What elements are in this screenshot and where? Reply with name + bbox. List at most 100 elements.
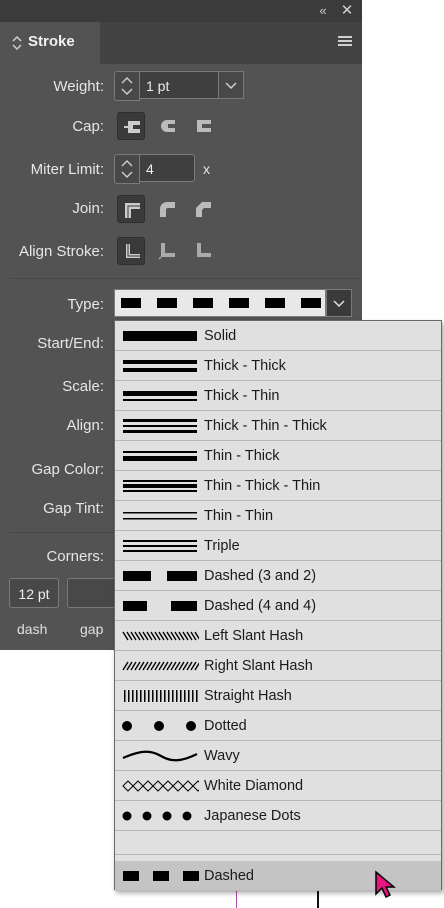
stroke-swatch bbox=[121, 806, 199, 826]
canvas-guide-line bbox=[236, 890, 237, 908]
butt-cap-icon bbox=[124, 121, 140, 133]
dropdown-item-label: Straight Hash bbox=[204, 688, 292, 704]
bevel-join-button[interactable] bbox=[189, 195, 217, 223]
dash-label: dash bbox=[17, 621, 48, 637]
dropdown-item-label: Wavy bbox=[204, 748, 240, 764]
dropdown-item-label: Thin - Thin bbox=[204, 508, 274, 524]
stroke-swatch bbox=[121, 386, 199, 406]
dropdown-item-label: Triple bbox=[204, 538, 240, 554]
butt-cap-button[interactable] bbox=[117, 112, 145, 140]
gap-tint-label: Gap Tint: bbox=[43, 500, 104, 517]
stroke-swatch bbox=[121, 476, 199, 496]
dropdown-item-blank[interactable] bbox=[115, 831, 441, 855]
panel-title: Stroke bbox=[28, 33, 75, 50]
dropdown-item-label: Dashed (4 and 4) bbox=[204, 598, 317, 614]
miter-limit-label: Miter Limit: bbox=[30, 161, 104, 178]
bevel-join-icon bbox=[196, 202, 211, 217]
miter-stepper[interactable] bbox=[114, 154, 140, 184]
stroke-swatch bbox=[121, 596, 199, 616]
type-select[interactable] bbox=[114, 289, 326, 317]
close-icon[interactable]: ✕ bbox=[338, 2, 356, 20]
dropdown-item-straight-hash[interactable]: Straight Hash bbox=[115, 681, 441, 711]
tab-stroke[interactable]: Stroke bbox=[0, 22, 100, 64]
type-dropdown-button[interactable] bbox=[326, 289, 352, 317]
dropdown-item-label: Dashed bbox=[204, 868, 254, 884]
dropdown-item-label: Left Slant Hash bbox=[204, 628, 304, 644]
hamburger-menu-icon[interactable] bbox=[338, 36, 352, 48]
gap-color-label: Gap Color: bbox=[31, 461, 104, 478]
dash-input[interactable]: 12 pt bbox=[9, 578, 59, 608]
chevron-down-icon bbox=[225, 82, 237, 90]
stroke-swatch bbox=[121, 326, 199, 346]
dropdown-item-dotted[interactable]: Dotted bbox=[115, 711, 441, 741]
panel-titlebar: « ✕ bbox=[0, 0, 362, 22]
dropdown-item-thick-thick[interactable]: Thick - Thick bbox=[115, 351, 441, 381]
dropdown-item-thin-thick-thin[interactable]: Thin - Thick - Thin bbox=[115, 471, 441, 501]
round-join-button[interactable] bbox=[153, 195, 181, 223]
dropdown-item-solid[interactable]: Solid bbox=[115, 321, 441, 351]
miter-join-button[interactable] bbox=[117, 195, 145, 223]
start-end-label: Start/End: bbox=[37, 335, 104, 352]
up-down-arrows-icon bbox=[121, 77, 133, 95]
miter-limit-input[interactable]: 4 bbox=[139, 154, 195, 182]
dropdown-item-label: Thick - Thin bbox=[204, 388, 280, 404]
align-outside-button[interactable] bbox=[189, 237, 217, 265]
align-center-button[interactable] bbox=[117, 237, 145, 265]
round-cap-button[interactable] bbox=[153, 112, 181, 140]
stroke-swatch bbox=[121, 566, 199, 586]
weight-stepper[interactable] bbox=[114, 71, 140, 101]
miter-suffix: x bbox=[203, 161, 210, 177]
dropdown-item-label: White Diamond bbox=[204, 778, 304, 794]
gap-input[interactable] bbox=[67, 578, 117, 608]
dropdown-item-white-diamond[interactable]: White Diamond bbox=[115, 771, 441, 801]
dropdown-item-label: Right Slant Hash bbox=[204, 658, 313, 674]
align-inside-button[interactable] bbox=[153, 237, 181, 265]
mouse-pointer-icon bbox=[375, 870, 396, 899]
dropdown-item-right-slant[interactable]: Right Slant Hash bbox=[115, 651, 441, 681]
align-stroke-center-icon bbox=[126, 244, 140, 258]
panel-tabbar: Stroke bbox=[0, 22, 362, 64]
dropdown-item-japanese-dots[interactable]: Japanese Dots bbox=[115, 801, 441, 831]
dropdown-item-wavy[interactable]: Wavy bbox=[115, 741, 441, 771]
dropdown-item-dashed-3-2[interactable]: Dashed (3 and 2) bbox=[115, 561, 441, 591]
stroke-swatch bbox=[121, 686, 199, 706]
dropdown-item-label: Dashed (3 and 2) bbox=[204, 568, 317, 584]
stroke-swatch bbox=[121, 536, 199, 556]
projecting-cap-icon bbox=[197, 120, 211, 132]
dropdown-item-thin-thick[interactable]: Thin - Thick bbox=[115, 441, 441, 471]
dropdown-item-label: Thick - Thick bbox=[204, 358, 286, 374]
stroke-swatch bbox=[121, 776, 204, 796]
dropdown-item-thin-thin[interactable]: Thin - Thin bbox=[115, 501, 441, 531]
stroke-swatch bbox=[121, 356, 199, 376]
stroke-swatch bbox=[121, 446, 199, 466]
align-stroke-inside-icon bbox=[158, 243, 175, 260]
dropdown-item-label: Solid bbox=[204, 328, 237, 344]
dropdown-item-triple[interactable]: Triple bbox=[115, 531, 441, 561]
dropdown-item-label: Thin - Thick - Thin bbox=[204, 478, 321, 494]
align-label: Align: bbox=[66, 417, 104, 434]
dropdown-item-thick-thin-thick[interactable]: Thick - Thin - Thick bbox=[115, 411, 441, 441]
miter-join-icon bbox=[125, 203, 140, 218]
weight-dropdown-button[interactable] bbox=[218, 71, 244, 99]
dropdown-item-label: Dotted bbox=[204, 718, 247, 734]
stroke-swatch bbox=[121, 746, 199, 766]
stroke-swatch bbox=[121, 656, 201, 676]
align-stroke-label: Align Stroke: bbox=[18, 243, 104, 260]
weight-input[interactable]: 1 pt bbox=[139, 71, 219, 99]
double-chevron-left-icon[interactable]: « bbox=[314, 2, 332, 20]
stroke-swatch bbox=[121, 866, 199, 886]
scale-label: Scale: bbox=[62, 378, 104, 395]
dropdown-item-label: Thin - Thick bbox=[204, 448, 280, 464]
projecting-cap-button[interactable] bbox=[189, 112, 217, 140]
weight-label: Weight: bbox=[53, 78, 104, 95]
stroke-swatch bbox=[121, 836, 199, 856]
stroke-swatch bbox=[121, 416, 199, 436]
expand-collapse-arrows-icon[interactable] bbox=[12, 34, 22, 52]
dropdown-item-thick-thin[interactable]: Thick - Thin bbox=[115, 381, 441, 411]
cap-label: Cap: bbox=[72, 118, 104, 135]
chevron-down-icon bbox=[333, 300, 345, 308]
dropdown-item-left-slant[interactable]: Left Slant Hash bbox=[115, 621, 441, 651]
dropdown-item-dashed-4-4[interactable]: Dashed (4 and 4) bbox=[115, 591, 441, 621]
round-cap-icon bbox=[161, 120, 175, 132]
separator bbox=[10, 278, 360, 279]
